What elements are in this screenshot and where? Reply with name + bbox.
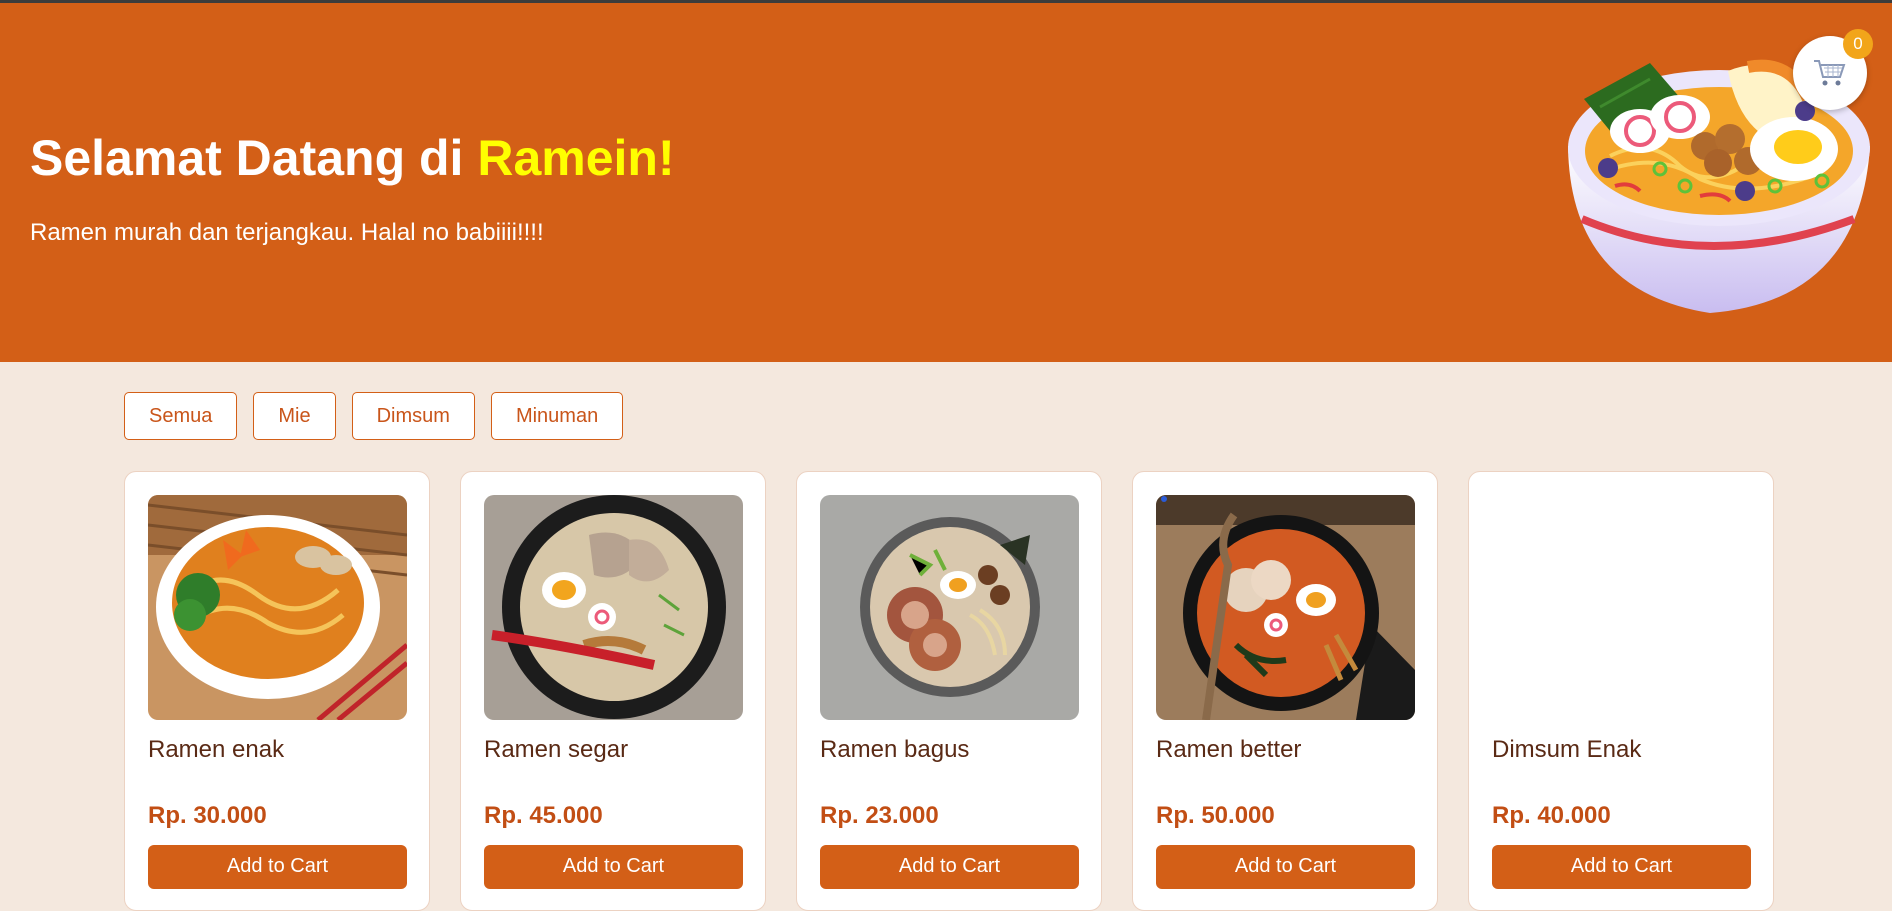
hero-subtitle: Ramen murah dan terjangkau. Halal no bab… [30, 219, 544, 246]
add-to-cart-button[interactable]: Add to Cart [820, 845, 1079, 889]
hero-title-brand: Ramein! [477, 130, 675, 186]
product-price: Rp. 40.000 [1492, 802, 1611, 829]
filter-semua-button[interactable]: Semua [124, 392, 238, 440]
product-name: Ramen segar [484, 736, 629, 763]
filter-minuman-button[interactable]: Minuman [490, 392, 624, 440]
category-filter-bar: Semua Mie Dimsum Minuman [124, 392, 624, 440]
product-name: Ramen better [1156, 736, 1302, 763]
ramen-segar-image [484, 495, 743, 720]
hero-banner: Selamat Datang di Ramein! Ramen murah da… [0, 3, 1892, 362]
product-card: Dimsum Enak Rp. 40.000 Add to Cart [1468, 471, 1774, 911]
cart-count-badge: 0 [1843, 29, 1873, 59]
product-price: Rp. 30.000 [148, 802, 267, 829]
product-price: Rp. 45.000 [484, 802, 603, 829]
product-card: Ramen enak Rp. 30.000 Add to Cart [124, 471, 430, 911]
product-card: Ramen bagus Rp. 23.000 Add to Cart [796, 471, 1102, 911]
product-price: Rp. 23.000 [820, 802, 939, 829]
product-name: Ramen enak [148, 736, 285, 763]
add-to-cart-button[interactable]: Add to Cart [484, 845, 743, 889]
hero-title: Selamat Datang di Ramein! [30, 129, 675, 187]
filter-dimsum-button[interactable]: Dimsum [351, 392, 475, 440]
product-price: Rp. 50.000 [1156, 802, 1275, 829]
add-to-cart-button[interactable]: Add to Cart [148, 845, 407, 889]
product-name: Ramen bagus [820, 736, 970, 763]
product-name: Dimsum Enak [1492, 736, 1642, 763]
product-grid: Ramen enak Rp. 30.000 Add to Cart Ramen … [124, 471, 1774, 911]
add-to-cart-button[interactable]: Add to Cart [1492, 845, 1751, 889]
filter-mie-button[interactable]: Mie [253, 392, 336, 440]
ramen-better-image [1156, 495, 1415, 720]
product-card: Ramen better Rp. 50.000 Add to Cart [1132, 471, 1438, 911]
ramen-enak-image [148, 495, 407, 720]
hero-title-prefix: Selamat Datang di [30, 130, 478, 186]
add-to-cart-button[interactable]: Add to Cart [1156, 845, 1415, 889]
dimsum-enak-image [1492, 495, 1751, 720]
ramen-bagus-image [820, 495, 1079, 720]
product-card: Ramen segar Rp. 45.000 Add to Cart [460, 471, 766, 911]
cart-icon [1814, 60, 1846, 86]
